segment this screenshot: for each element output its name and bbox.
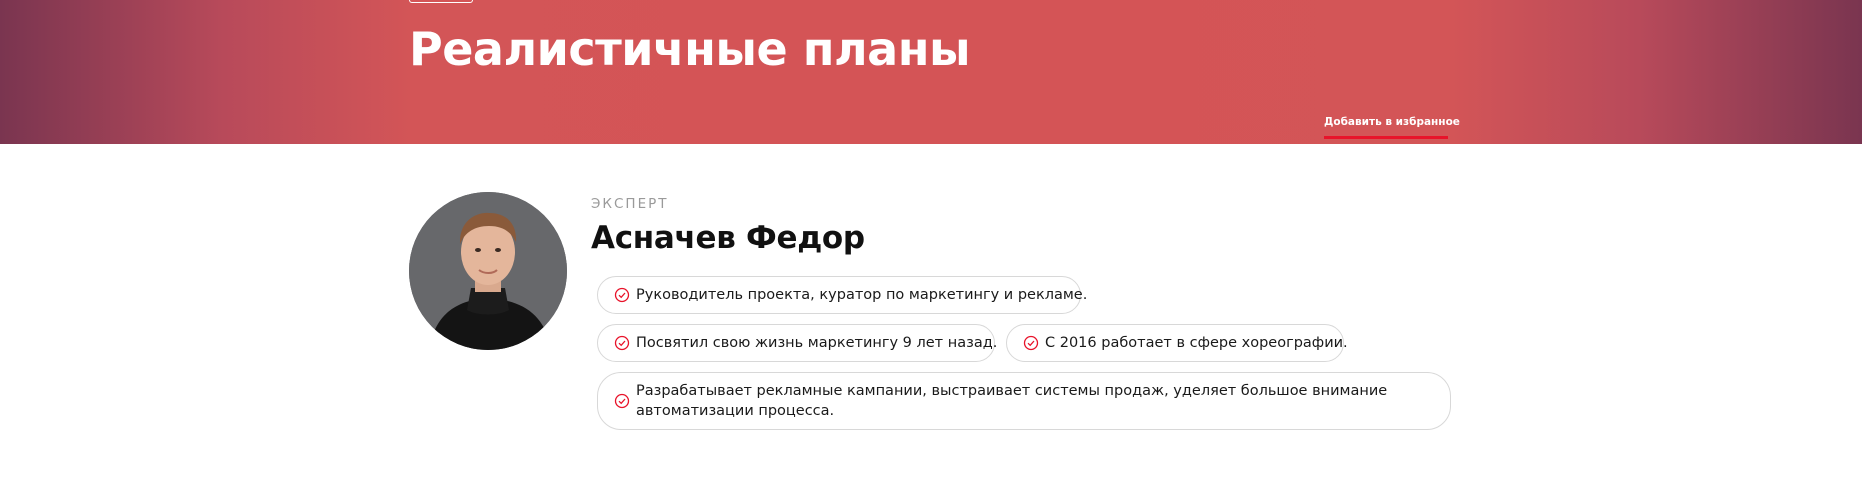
check-circle-icon bbox=[614, 335, 630, 351]
expert-fact-text: Посвятил свою жизнь маркетингу 9 лет наз… bbox=[636, 335, 998, 351]
hero-banner: Реалистичные планы Добавить в избранное bbox=[0, 0, 1862, 144]
expert-fact: С 2016 работает в сфере хореографии. bbox=[1006, 324, 1348, 362]
expert-name: Асначев Федор bbox=[591, 220, 865, 256]
expert-fact-text: Разрабатывает рекламные кампании, выстра… bbox=[636, 383, 1388, 419]
expert-role-label: ЭКСПЕРТ bbox=[591, 196, 669, 212]
expert-fact-text: Руководитель проекта, куратор по маркети… bbox=[636, 287, 1088, 303]
expert-avatar bbox=[409, 192, 567, 350]
expert-fact: Руководитель проекта, куратор по маркети… bbox=[597, 276, 1087, 314]
check-circle-icon bbox=[614, 287, 630, 303]
category-tag[interactable] bbox=[409, 0, 473, 3]
check-circle-icon bbox=[614, 393, 630, 409]
expert-fact: Разрабатывает рекламные кампании, выстра… bbox=[597, 372, 1451, 430]
page-title: Реалистичные планы bbox=[409, 22, 971, 76]
expert-fact-text: С 2016 работает в сфере хореографии. bbox=[1045, 335, 1348, 351]
check-circle-icon bbox=[1023, 335, 1039, 351]
add-to-favorites-link[interactable]: Добавить в избранное bbox=[1324, 116, 1460, 128]
expert-fact: Посвятил свою жизнь маркетингу 9 лет наз… bbox=[597, 324, 998, 362]
favorites-underline bbox=[1324, 136, 1448, 139]
